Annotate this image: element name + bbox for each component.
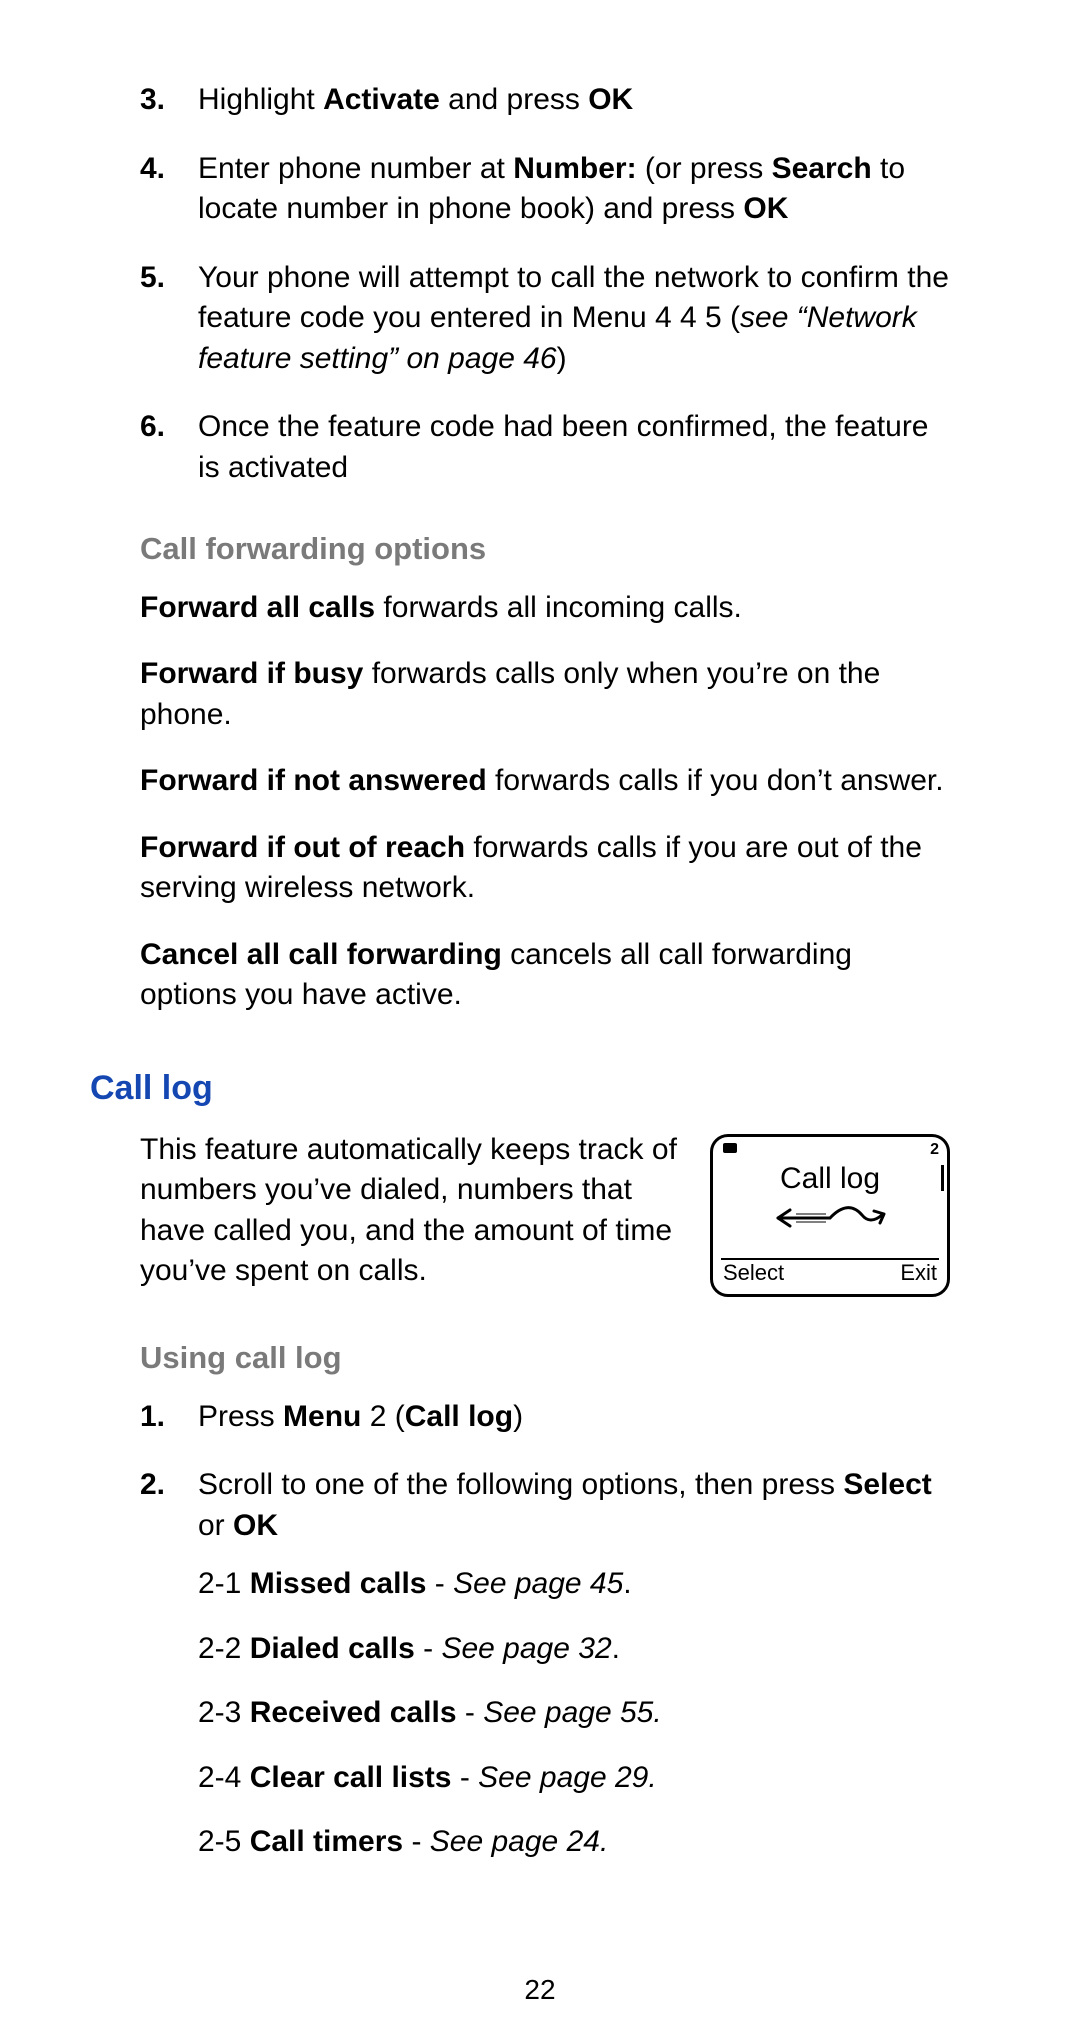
text-run: Forward if not answered <box>140 764 487 797</box>
text-run: Received calls <box>250 1696 457 1729</box>
paragraph: Cancel all call forwarding cancels all c… <box>140 935 950 1016</box>
text-run: and press <box>440 83 588 116</box>
step-text: Your phone will attempt to call the netw… <box>198 258 950 380</box>
text-run: 2-4 <box>198 1761 250 1794</box>
step-text: Once the feature code had been confirmed… <box>198 407 950 488</box>
text-run: Call log <box>405 1400 513 1433</box>
step-number: 2. <box>140 1465 198 1887</box>
text-run: ) <box>557 342 567 375</box>
text-run: Dialed calls <box>250 1632 415 1665</box>
using-call-log-steps: 1.Press Menu 2 (Call log)2.Scroll to one… <box>140 1397 950 1887</box>
text-run: Activate <box>323 83 440 116</box>
text-run: Forward all calls <box>140 591 375 624</box>
text-run: Scroll to one of the following options, … <box>198 1468 843 1501</box>
step-item: 1.Press Menu 2 (Call log) <box>140 1397 950 1438</box>
text-run: See page 29. <box>478 1761 657 1794</box>
text-run: See page 45 <box>453 1567 623 1600</box>
sub-option-item: 2-1 Missed calls - See page 45. <box>198 1564 950 1605</box>
text-run: 2-2 <box>198 1632 250 1665</box>
text-run: OK <box>743 192 788 225</box>
text-run: - <box>403 1825 430 1858</box>
step-item: 5.Your phone will attempt to call the ne… <box>140 258 950 380</box>
text-run: 2-1 <box>198 1567 250 1600</box>
step-number: 3. <box>140 80 198 121</box>
call-log-intro: This feature automatically keeps track o… <box>140 1130 686 1292</box>
text-run: Cancel all call forwarding <box>140 938 502 971</box>
step-item: 2.Scroll to one of the following options… <box>140 1465 950 1887</box>
text-run: Search <box>772 152 872 185</box>
battery-icon <box>723 1143 737 1153</box>
text-run: - <box>452 1761 479 1794</box>
screen-title: Call log <box>713 1159 947 1200</box>
step-number: 1. <box>140 1397 198 1438</box>
text-run: Press <box>198 1400 283 1433</box>
call-log-intro-text: This feature automatically keeps track o… <box>140 1130 686 1292</box>
page-number: 22 <box>0 1971 1080 2009</box>
text-run: Missed calls <box>250 1567 427 1600</box>
page-content: 3.Highlight Activate and press OK4.Enter… <box>140 80 950 1887</box>
text-run: Select <box>843 1468 931 1501</box>
steps-top: 3.Highlight Activate and press OK4.Enter… <box>140 80 950 488</box>
step-item: 4.Enter phone number at Number: (or pres… <box>140 149 950 230</box>
step-number: 4. <box>140 149 198 230</box>
text-run: Highlight <box>198 83 323 116</box>
text-run: Enter phone number at <box>198 152 513 185</box>
paragraph: Forward if busy forwards calls only when… <box>140 654 950 735</box>
cfo-paragraphs: Forward all calls forwards all incoming … <box>140 588 950 1016</box>
sub-option-item: 2-2 Dialed calls - See page 32. <box>198 1629 950 1670</box>
sub-option-list: 2-1 Missed calls - See page 45.2-2 Diale… <box>198 1564 950 1863</box>
section-title-call-log: Call log <box>90 1066 950 1112</box>
text-run: 2-5 <box>198 1825 250 1858</box>
text-run: or <box>198 1509 233 1542</box>
text-run: 2-3 <box>198 1696 250 1729</box>
text-run: See page 24. <box>430 1825 609 1858</box>
scroll-arrow-icon <box>713 1201 947 1247</box>
text-run: - <box>426 1567 453 1600</box>
step-text: Enter phone number at Number: (or press … <box>198 149 950 230</box>
subhead-call-forwarding-options: Call forwarding options <box>140 528 950 570</box>
text-run: Call timers <box>250 1825 403 1858</box>
paragraph: Forward if out of reach forwards calls i… <box>140 828 950 909</box>
text-run: forwards calls if you don’t answer. <box>487 764 944 797</box>
text-run: Forward if busy <box>140 657 363 690</box>
text-run: Menu <box>283 1400 361 1433</box>
text-run: forwards all incoming calls. <box>375 591 742 624</box>
text-run: - <box>415 1632 442 1665</box>
text-run: . <box>612 1632 620 1665</box>
step-item: 6.Once the feature code had been confirm… <box>140 407 950 488</box>
text-run: 2 ( <box>361 1400 404 1433</box>
manual-page: 3.Highlight Activate and press OK4.Enter… <box>0 0 1080 2039</box>
step-text: Scroll to one of the following options, … <box>198 1465 950 1887</box>
screen-menu-index: 2 <box>930 1139 939 1161</box>
text-run: ) <box>513 1400 523 1433</box>
step-text: Press Menu 2 (Call log) <box>198 1397 950 1438</box>
softkey-right-label: Exit <box>900 1258 937 1288</box>
softkey-left-label: Select <box>723 1258 784 1288</box>
phone-screen-illustration: 2 Call log <box>710 1134 950 1297</box>
step-number: 5. <box>140 258 198 380</box>
text-run: - <box>457 1696 484 1729</box>
text-run: (or press <box>637 152 772 185</box>
paragraph: Forward if not answered forwards calls i… <box>140 761 950 802</box>
call-log-row: This feature automatically keeps track o… <box>140 1130 950 1297</box>
text-run: . <box>623 1567 631 1600</box>
step-number: 6. <box>140 407 198 488</box>
text-run: OK <box>588 83 633 116</box>
text-run: Once the feature code had been confirmed… <box>198 410 929 484</box>
sub-option-item: 2-4 Clear call lists - See page 29. <box>198 1758 950 1799</box>
text-run: Clear call lists <box>250 1761 452 1794</box>
text-run: OK <box>233 1509 278 1542</box>
sub-option-item: 2-5 Call timers - See page 24. <box>198 1822 950 1863</box>
text-run: Forward if out of reach <box>140 831 465 864</box>
text-run: Number: <box>513 152 636 185</box>
text-run: See page 55. <box>483 1696 662 1729</box>
paragraph: Forward all calls forwards all incoming … <box>140 588 950 629</box>
subhead-using-call-log: Using call log <box>140 1337 950 1379</box>
step-text: Highlight Activate and press OK <box>198 80 950 121</box>
text-run: See page 32 <box>441 1632 611 1665</box>
step-item: 3.Highlight Activate and press OK <box>140 80 950 121</box>
sub-option-item: 2-3 Received calls - See page 55. <box>198 1693 950 1734</box>
